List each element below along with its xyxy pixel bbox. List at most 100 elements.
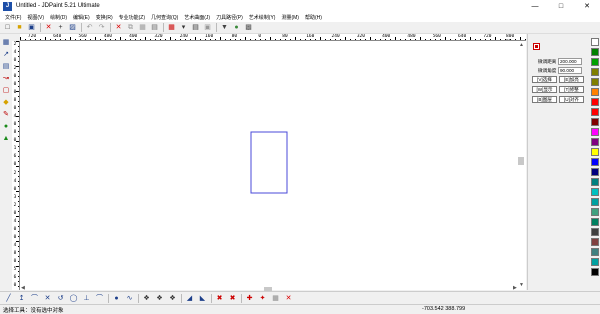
rotate-icon[interactable]: ↺ [56,294,65,303]
menu-art-draw[interactable]: 艺术绘制(Y) [246,14,279,21]
color-swatch[interactable] [590,108,599,116]
color-swatch[interactable] [590,178,599,186]
curve-icon[interactable]: ↥ [17,294,26,303]
table-icon[interactable]: ▤ [1,61,11,71]
array-icon[interactable]: ✖ [228,294,237,303]
color-swatch[interactable] [590,238,599,246]
menu-help[interactable]: 帮助(H) [302,14,325,21]
trim-icon[interactable]: ▦ [271,294,280,303]
save-icon[interactable]: ▣ [27,23,36,32]
close-icon[interactable]: ✕ [284,294,293,303]
palette-icon[interactable]: ● [232,23,241,32]
open-folder-icon[interactable]: ■ [15,23,24,32]
menu-transform[interactable]: 变换(R) [93,14,116,21]
color-swatch[interactable] [590,128,599,136]
maximize-button[interactable]: □ [548,0,574,12]
rotate-icon[interactable]: ◆ [1,97,11,107]
color-swatch[interactable] [590,88,599,96]
node-icon[interactable]: ❖ [155,294,164,303]
copy-icon[interactable]: ⧉ [126,23,135,32]
delete-icon[interactable]: ✕ [44,23,53,32]
dot-icon[interactable]: ● [112,294,121,303]
move-icon[interactable]: ✚ [245,294,254,303]
menu-draw[interactable]: 绘制(D) [47,14,70,21]
close-button[interactable]: ✕ [574,0,600,12]
color-swatch[interactable] [590,208,599,216]
node-icon[interactable]: ❖ [168,294,177,303]
pen-icon[interactable]: ✎ [1,109,11,119]
color-swatch[interactable] [590,218,599,226]
color-swatch[interactable] [590,168,599,176]
scroll-up-icon[interactable]: ▲ [519,42,524,48]
arc-icon[interactable]: ⌒ [30,294,39,303]
cut-icon[interactable]: ✕ [114,23,123,32]
line-icon[interactable]: ╱ [4,294,13,303]
color-swatch[interactable] [590,118,599,126]
scroll-down-icon[interactable]: ▼ [519,282,524,288]
layer-button[interactable]: [B]图层 [532,96,557,103]
color-swatch[interactable] [590,188,599,196]
color-swatch[interactable] [590,228,599,236]
color-swatch[interactable] [590,68,599,76]
node-edit-icon[interactable]: ↗ [1,49,11,59]
menu-toolpath[interactable]: 刀具路径(P) [213,14,246,21]
align-button[interactable]: [U]对齐 [559,96,584,103]
color-swatch[interactable] [590,138,599,146]
menu-pro-functions[interactable]: 专业功能(Z) [116,14,148,21]
explode-icon[interactable]: ✦ [258,294,267,303]
node-icon[interactable]: ❖ [142,294,151,303]
vertical-scrollbar-thumb[interactable] [518,157,524,165]
wave-icon[interactable]: ∿ [125,294,134,303]
color-swatch[interactable] [590,248,599,256]
angle-input[interactable]: 90.000 [558,67,582,74]
color-swatch[interactable] [590,58,599,66]
select-rect-icon[interactable]: ▦ [1,37,11,47]
menu-measure[interactable]: 测量(M) [278,14,302,21]
color-swatch[interactable] [590,98,599,106]
color-swatch[interactable] [590,258,599,266]
distance-input[interactable]: 200.000 [558,58,582,65]
shield-icon[interactable]: ▼ [220,23,229,32]
scale-icon[interactable]: ◢ [185,294,194,303]
add-cross-icon[interactable]: + [56,23,65,32]
select-arrow-icon[interactable]: ▨ [68,23,77,32]
tree-icon[interactable]: ▲ [1,133,11,143]
circle-icon[interactable]: ◯ [69,294,78,303]
color-swatch[interactable] [590,38,599,46]
menu-geometry-query[interactable]: 几何查询(Q) [148,14,181,21]
color-swatch[interactable] [590,48,599,56]
cross-icon[interactable]: ✕ [43,294,52,303]
menu-edit[interactable]: 编辑(E) [70,14,93,21]
arc-tool-icon[interactable]: ⌒ [95,294,104,303]
menu-art-surface[interactable]: 艺术曲面(J) [181,14,213,21]
menu-file[interactable]: 文件(F) [2,14,24,21]
color-swatch[interactable] [590,268,599,276]
delete-node-icon[interactable]: ✖ [215,294,224,303]
menu-view[interactable]: 视图(V) [24,14,47,21]
color-swatch[interactable] [590,158,599,166]
color-swatch[interactable] [590,78,599,86]
layer-icon[interactable]: ▾ [179,23,188,32]
minimize-button[interactable]: — [522,0,548,12]
grid-icon[interactable]: ▦ [167,23,176,32]
new-file-icon[interactable]: □ [3,23,12,32]
drawing-canvas[interactable] [20,41,526,290]
color-swatch[interactable] [590,148,599,156]
mirror-icon[interactable]: ◣ [198,294,207,303]
frame-icon[interactable]: ▢ [1,85,11,95]
settings-icon[interactable]: ▩ [244,23,253,32]
perpendicular-icon[interactable]: ⊥ [82,294,91,303]
trim-button[interactable]: [T]修整 [559,86,584,93]
zoom-in-icon[interactable]: ▤ [191,23,200,32]
color-swatch[interactable] [590,198,599,206]
undo-icon[interactable]: ↶ [85,23,94,32]
zoom-out-icon[interactable]: ▣ [203,23,212,32]
highlight-button[interactable]: [E]加亮 [559,76,584,83]
color-fill-icon[interactable]: ● [1,121,11,131]
redo-icon[interactable]: ↷ [97,23,106,32]
paste-icon[interactable]: ▦ [138,23,147,32]
rectangle-shape[interactable] [250,131,288,194]
select-button[interactable]: [V]选择 [532,76,557,83]
bend-icon[interactable]: ↝ [1,73,11,83]
display-button[interactable]: [W]显示 [532,86,557,93]
